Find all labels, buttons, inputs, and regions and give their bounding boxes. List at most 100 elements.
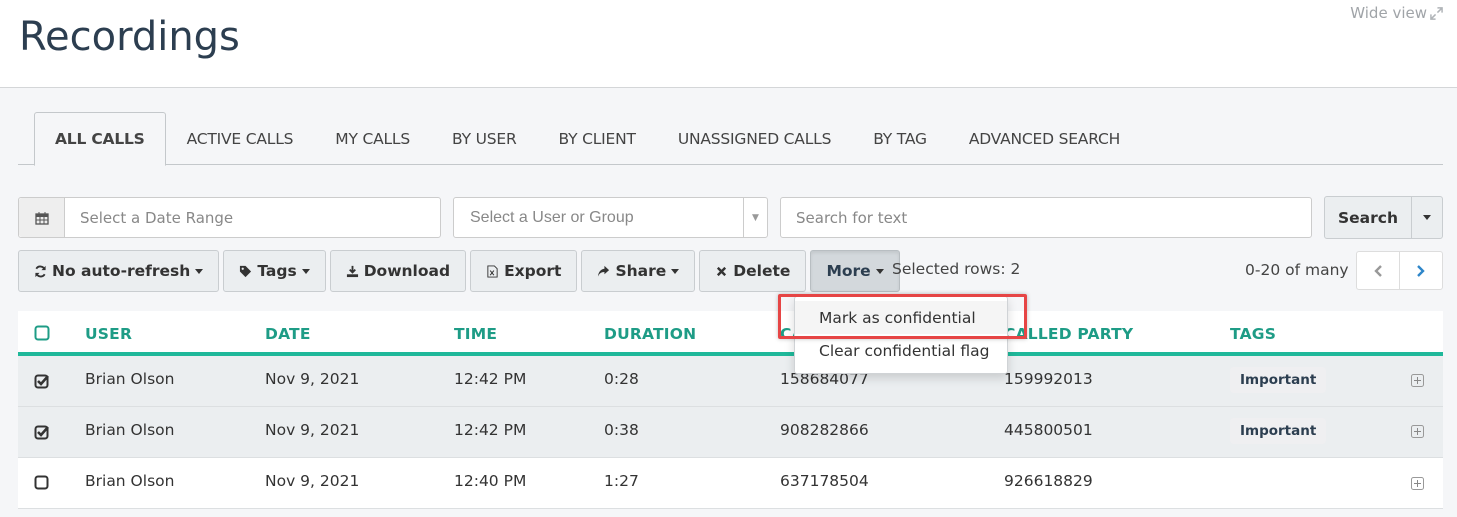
cell-user: Brian Olson <box>85 472 175 490</box>
caret-down-icon <box>875 268 884 274</box>
cell-duration: 0:38 <box>604 421 639 439</box>
pagination-label: 0-20 of many <box>1245 261 1349 279</box>
page-header: Recordings Wide view <box>0 0 1457 88</box>
search-options-toggle[interactable] <box>1411 197 1442 238</box>
delete-label: Delete <box>733 262 791 280</box>
table-header: USER DATE TIME DURATION CALLING PARTY CA… <box>18 311 1443 356</box>
more-dropdown-menu: Mark as confidential Clear confidential … <box>794 296 1008 374</box>
select-all-checkbox[interactable] <box>34 325 50 341</box>
excel-file-icon <box>487 264 498 278</box>
page-title: Recordings <box>19 14 240 60</box>
cell-called-party: 445800501 <box>1004 421 1093 439</box>
row-checkbox-checked[interactable] <box>34 373 50 389</box>
share-label: Share <box>615 262 667 280</box>
user-group-input[interactable] <box>454 198 743 237</box>
share-arrow-icon <box>598 265 610 277</box>
chevron-right-icon <box>1417 264 1425 277</box>
tab-by-tag[interactable]: BY TAG <box>852 112 948 165</box>
caret-down-icon: ▼ <box>752 212 759 223</box>
cell-user: Brian Olson <box>85 370 175 388</box>
tab-advanced-search[interactable]: ADVANCED SEARCH <box>948 112 1141 165</box>
caret-down-icon <box>195 268 204 274</box>
column-header-duration[interactable]: DURATION <box>604 325 696 343</box>
more-label: More <box>826 262 871 280</box>
more-button[interactable]: More <box>810 250 900 292</box>
column-header-user[interactable]: USER <box>85 325 132 343</box>
caret-down-icon <box>1423 215 1431 220</box>
cell-calling-party: 908282866 <box>780 421 869 439</box>
column-header-called-party[interactable]: CALLED PARTY <box>1004 325 1133 343</box>
expand-plus-icon[interactable] <box>1411 374 1424 387</box>
user-group-select[interactable]: ▼ <box>453 197 768 238</box>
download-button[interactable]: Download <box>329 250 467 292</box>
expand-plus-icon[interactable] <box>1411 425 1424 438</box>
caret-down-icon <box>671 268 680 274</box>
column-header-time[interactable]: TIME <box>454 325 497 343</box>
column-header-date[interactable]: DATE <box>265 325 311 343</box>
tag-icon <box>240 265 252 277</box>
previous-page-button[interactable] <box>1357 252 1399 289</box>
tag-badge: Important <box>1230 418 1327 444</box>
export-button[interactable]: Export <box>470 250 578 292</box>
download-label: Download <box>363 262 451 280</box>
expand-plus-icon[interactable] <box>1411 477 1424 490</box>
table-row[interactable]: Brian Olson Nov 9, 2021 12:42 PM 0:28 15… <box>18 356 1443 407</box>
menu-item-clear-confidential[interactable]: Clear confidential flag <box>795 334 1007 367</box>
cell-time: 12:42 PM <box>454 421 527 439</box>
export-label: Export <box>504 262 562 280</box>
row-checkbox-checked[interactable] <box>34 424 50 440</box>
cell-called-party: 926618829 <box>1004 472 1093 490</box>
next-page-button[interactable] <box>1399 252 1442 289</box>
tab-by-user[interactable]: BY USER <box>431 112 538 165</box>
tab-active-calls[interactable]: ACTIVE CALLS <box>166 112 315 165</box>
tab-all-calls[interactable]: ALL CALLS <box>34 112 166 166</box>
cell-called-party: 159992013 <box>1004 370 1093 388</box>
wide-view-label: Wide view <box>1350 4 1427 22</box>
toolbar: No auto-refresh Tags Download Export Sha… <box>18 250 900 293</box>
cell-date: Nov 9, 2021 <box>265 472 360 490</box>
cell-date: Nov 9, 2021 <box>265 370 360 388</box>
tab-by-client[interactable]: BY CLIENT <box>538 112 657 165</box>
cell-duration: 0:28 <box>604 370 639 388</box>
date-range-input[interactable] <box>65 198 440 237</box>
table-row[interactable]: Brian Olson Nov 9, 2021 12:42 PM 0:38 90… <box>18 407 1443 458</box>
cell-user: Brian Olson <box>85 421 175 439</box>
menu-item-mark-confidential[interactable]: Mark as confidential <box>795 301 1007 334</box>
cell-time: 12:40 PM <box>454 472 527 490</box>
tab-my-calls[interactable]: MY CALLS <box>314 112 431 165</box>
date-range-addon[interactable] <box>19 198 65 237</box>
chevron-left-icon <box>1374 264 1382 277</box>
auto-refresh-label: No auto-refresh <box>52 262 191 280</box>
wide-view-toggle[interactable]: Wide view <box>1350 4 1443 22</box>
auto-refresh-button[interactable]: No auto-refresh <box>18 250 220 292</box>
caret-down-icon <box>301 268 310 274</box>
row-checkbox-unchecked[interactable] <box>34 475 50 491</box>
delete-button[interactable]: Delete <box>699 250 807 292</box>
cell-duration: 1:27 <box>604 472 639 490</box>
download-icon <box>346 265 358 277</box>
search-button-group: Search <box>1324 196 1443 239</box>
date-range-group <box>18 197 441 238</box>
calendar-icon <box>34 211 49 225</box>
cell-date: Nov 9, 2021 <box>265 421 360 439</box>
cell-calling-party: 637178504 <box>780 472 869 490</box>
tab-unassigned-calls[interactable]: UNASSIGNED CALLS <box>657 112 852 165</box>
tags-button[interactable]: Tags <box>223 250 326 292</box>
share-button[interactable]: Share <box>581 250 696 292</box>
cell-time: 12:42 PM <box>454 370 527 388</box>
close-x-icon <box>717 266 727 276</box>
table-row[interactable]: Brian Olson Nov 9, 2021 12:40 PM 1:27 63… <box>18 458 1443 509</box>
tab-bar: ALL CALLS ACTIVE CALLS MY CALLS BY USER … <box>18 112 1443 166</box>
selected-rows-count: Selected rows: 2 <box>892 260 1021 278</box>
search-button[interactable]: Search <box>1325 197 1411 238</box>
tags-label: Tags <box>257 262 297 280</box>
user-group-dropdown-toggle[interactable]: ▼ <box>743 198 767 237</box>
text-search-field[interactable] <box>780 197 1312 238</box>
tag-badge: Important <box>1230 367 1327 393</box>
expand-arrows-icon <box>1430 6 1443 20</box>
column-header-tags[interactable]: TAGS <box>1230 325 1276 343</box>
pagination-controls <box>1356 251 1443 290</box>
text-search-input[interactable] <box>781 198 1311 237</box>
refresh-icon <box>35 265 46 277</box>
recordings-table: USER DATE TIME DURATION CALLING PARTY CA… <box>18 311 1443 509</box>
